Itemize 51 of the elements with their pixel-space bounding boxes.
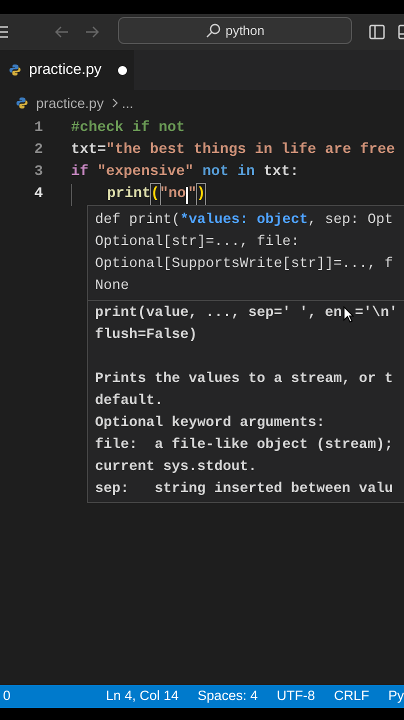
code-token: if (71, 163, 90, 182)
menu-icon[interactable] (0, 25, 8, 39)
split-editor-icon[interactable] (369, 24, 385, 40)
doc-text: print(value, ..., sep=' ', en (95, 304, 342, 324)
panel-layout-icon[interactable] (398, 24, 404, 40)
status-item[interactable]: Spaces: 4 (198, 686, 258, 707)
code-token: "the best things in life are free (106, 141, 396, 160)
signature-text: Optional[SupportsWrite[str]]=..., f (95, 255, 393, 274)
code-token: " (188, 185, 197, 204)
status-item[interactable]: Py (388, 686, 404, 707)
doc-text: Optional keyword arguments: (95, 414, 325, 434)
doc-text: current sys.stdout. (95, 458, 257, 478)
mouse-pointer-icon (343, 306, 354, 323)
doc-text: sep: string inserted between valu (95, 480, 393, 500)
line-number: 1 (33, 119, 43, 138)
doc-text: flush=False) (95, 326, 198, 346)
search-field[interactable]: python (118, 17, 352, 44)
code-token: ( (150, 184, 160, 206)
chevron-icon (112, 98, 118, 108)
code-token: "no (160, 185, 186, 204)
signature-text: Optional[str]=..., file: (95, 233, 300, 252)
doc-text: default. (95, 392, 164, 412)
python-file-icon (9, 64, 21, 76)
breadcrumb-symbol[interactable]: ... (122, 92, 134, 114)
line-number: 2 (33, 141, 43, 160)
signature-text: , sep: Opt (308, 211, 393, 230)
line-number: 3 (33, 163, 43, 182)
doc-text: file: a file-like object (stream); (95, 436, 393, 456)
status-item[interactable]: CRLF (334, 686, 370, 707)
code-token: txt: (262, 163, 299, 182)
signature-text: None (95, 277, 130, 296)
line-number: 4 (33, 185, 43, 204)
problems-count[interactable]: 0 (3, 686, 106, 707)
status-item[interactable]: Ln 4, Col 14 (106, 686, 179, 707)
code-token: "expensive" (97, 163, 195, 182)
code-token: ) (196, 184, 206, 206)
tab-label: practice.py (29, 60, 102, 80)
search-text: python (225, 22, 265, 40)
search-icon (205, 22, 222, 38)
python-file-icon (16, 97, 28, 109)
doc-text: Prints the values to a stream, or t (95, 370, 393, 390)
code-token: txt= (71, 141, 106, 160)
editor-tab[interactable]: practice.py (0, 50, 134, 90)
doc-text: ='\n' (354, 304, 398, 324)
code-token: #check if not (71, 119, 185, 138)
signature-text: def print( (95, 211, 180, 230)
breadcrumb-file[interactable]: practice.py (36, 92, 104, 114)
signature-text: *values: object (180, 211, 308, 230)
code-token: print (107, 185, 151, 204)
code-token: not in (202, 163, 255, 182)
status-item[interactable]: UTF-8 (276, 686, 315, 707)
